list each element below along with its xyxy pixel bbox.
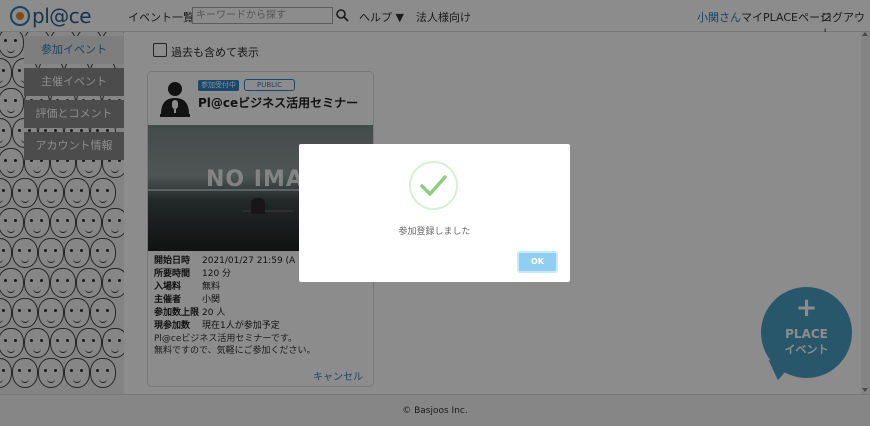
dialog-message: 参加登録しました bbox=[398, 227, 471, 237]
checkmark-icon bbox=[420, 175, 447, 196]
success-check-circle bbox=[409, 161, 458, 210]
ok-button[interactable]: OK bbox=[517, 251, 558, 273]
registration-success-dialog: 参加登録しました OK bbox=[299, 144, 570, 282]
